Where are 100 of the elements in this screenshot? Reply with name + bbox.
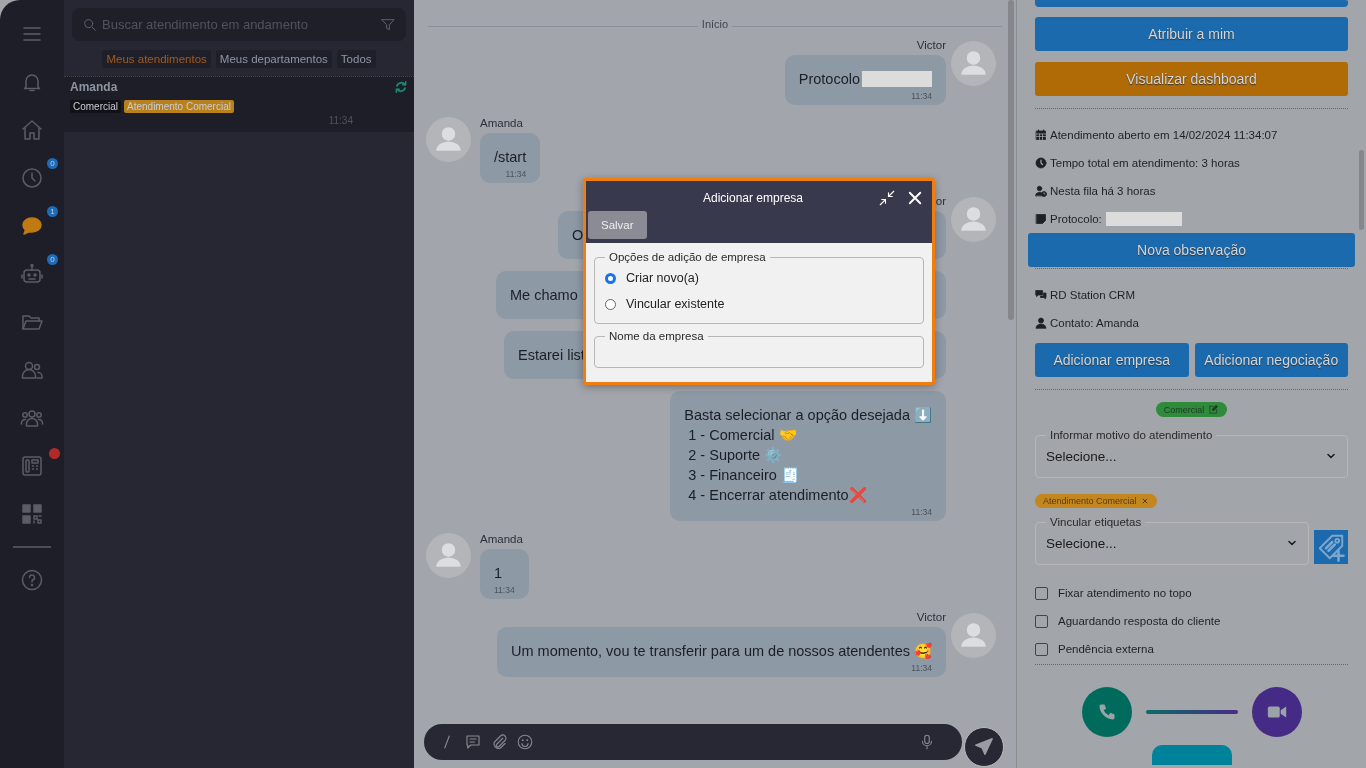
note-icon[interactable]	[464, 733, 482, 751]
note-icon	[1035, 213, 1047, 225]
robot-icon[interactable]	[20, 262, 44, 286]
count-badge: 0	[47, 254, 58, 265]
message-text: 1 - Comercial 🤝	[687, 426, 797, 445]
sender-name: Victor	[916, 611, 946, 623]
option-label: Vincular existente	[626, 297, 725, 311]
filter-tab[interactable]: Todos	[336, 50, 376, 68]
search-icon	[82, 17, 98, 33]
person-icon	[1035, 317, 1047, 329]
dialog-title: Adicionar empresa	[701, 191, 805, 205]
message-text: Me chamo	[510, 286, 578, 305]
close-icon[interactable]	[906, 189, 924, 207]
filter-tab[interactable]: Meus atendimentos	[102, 50, 211, 68]
button[interactable]: Adicionar negociação	[1194, 343, 1348, 377]
message-text: 1	[494, 564, 503, 583]
emoji-icon[interactable]	[516, 733, 534, 751]
save-button[interactable]: Salvar	[588, 211, 647, 239]
select-field[interactable]: Vincular etiquetas Selecione...	[1035, 516, 1309, 565]
tag: Atendimento Comercial	[124, 100, 234, 113]
tag: Comercial	[70, 100, 121, 113]
message-input-bar[interactable]	[424, 724, 962, 760]
message-text: 2 - Suporte ⚙	[687, 446, 783, 465]
count-badge: 1	[47, 206, 58, 217]
checkbox[interactable]	[1035, 614, 1048, 628]
scrollbar[interactable]	[1359, 150, 1364, 230]
send-icon	[973, 736, 995, 758]
button[interactable]: Visualizar dashboard	[1035, 62, 1348, 96]
message-text: /start	[494, 148, 527, 167]
button[interactable]: Nova observação	[1028, 233, 1355, 267]
call-button[interactable]	[1081, 687, 1132, 737]
select-field[interactable]: Informar motivo do atendimento Selecione...	[1035, 429, 1348, 478]
contact-name: Amanda	[70, 80, 118, 94]
group-label: Opções de adição de empresa	[608, 251, 767, 263]
edit-icon[interactable]	[1208, 404, 1220, 415]
message-text: 3 - Financeiro 🧾	[687, 466, 799, 485]
field-label: Informar motivo do atendimento	[1049, 429, 1214, 441]
option-label: Criar novo(a)	[626, 271, 699, 285]
avatar	[951, 197, 996, 242]
field-label: Vincular etiquetas	[1049, 516, 1143, 528]
clock-icon	[1035, 157, 1047, 169]
timestamp: 11:34	[494, 585, 515, 595]
info-text: Tempo total em atendimento: 3 horas	[1050, 157, 1240, 169]
avatar	[951, 41, 996, 86]
add-tag-button[interactable]	[1314, 530, 1348, 564]
text-field[interactable]: Nome da empresa	[594, 330, 924, 368]
info-text: Protocolo:	[1050, 213, 1102, 225]
message-text: 4 - Encerrar atendimento❌	[687, 486, 867, 505]
select-value: Selecione...	[1046, 535, 1117, 551]
field-label: Nome da empresa	[608, 330, 705, 342]
sender-name: or	[935, 195, 946, 207]
clock-icon[interactable]	[20, 166, 44, 190]
send-button[interactable]	[964, 727, 1004, 767]
chat-icon	[1035, 289, 1047, 301]
home-icon[interactable]	[20, 118, 44, 142]
info-text: Nesta fila há 3 horas	[1050, 185, 1156, 197]
avatar	[426, 533, 471, 578]
filter-icon[interactable]	[380, 17, 396, 33]
checkbox[interactable]	[1035, 586, 1048, 600]
help-icon[interactable]	[20, 568, 44, 592]
video-call-button[interactable]	[1251, 687, 1302, 737]
button[interactable]	[1151, 745, 1232, 765]
desk-phone-icon[interactable]	[20, 454, 44, 478]
button[interactable]: Atribuir a mim	[1035, 17, 1348, 51]
message-text: O	[572, 226, 584, 245]
chat-bubble-icon[interactable]	[20, 214, 44, 238]
checkbox-label: Fixar atendimento no topo	[1058, 587, 1192, 599]
qr-code-icon[interactable]	[20, 502, 44, 526]
timestamp: 11:34	[504, 169, 527, 179]
checkbox-label: Pendência externa	[1058, 643, 1154, 655]
info-text: Atendimento aberto em 14/02/2024 11:34:07	[1050, 129, 1278, 141]
section-title: RD Station CRM	[1050, 289, 1135, 301]
scrollbar[interactable]	[1008, 0, 1014, 320]
checkbox[interactable]	[1035, 642, 1048, 656]
department-tag[interactable]: Comercial	[1155, 402, 1228, 417]
sender-name: Amanda	[480, 533, 523, 545]
contact-name: Contato: Amanda	[1050, 317, 1139, 329]
checkbox-label: Aguardando resposta do cliente	[1058, 615, 1221, 627]
timestamp: 11:34	[910, 507, 932, 517]
count-badge: 0	[47, 158, 58, 169]
avatar	[426, 117, 471, 162]
tag-plus-icon	[1316, 532, 1346, 562]
filter-tab[interactable]: Meus departamentos	[215, 50, 332, 68]
message-text: Protocolo	[798, 70, 860, 89]
calendar-icon	[1035, 129, 1047, 141]
sender-name: Amanda	[480, 117, 523, 129]
avatar	[951, 613, 996, 658]
label-tag[interactable]: Atendimento Comercial	[1035, 494, 1157, 508]
message-text: Basta selecionar a opção desejada ⬇	[684, 406, 932, 425]
minimize-icon[interactable]	[878, 189, 896, 207]
radio-button[interactable]	[605, 272, 616, 284]
button[interactable]: Adicionar empresa	[1035, 343, 1189, 377]
sender-name: Victor	[916, 39, 946, 51]
timestamp: 11:34	[910, 91, 932, 101]
timestamp: 11:34	[910, 663, 932, 673]
select-value: Selecione...	[1046, 448, 1117, 464]
person-clock-icon	[1035, 185, 1047, 197]
paperclip-icon[interactable]	[490, 733, 508, 751]
radio-button[interactable]	[605, 298, 616, 310]
refresh-icon[interactable]	[394, 80, 408, 94]
